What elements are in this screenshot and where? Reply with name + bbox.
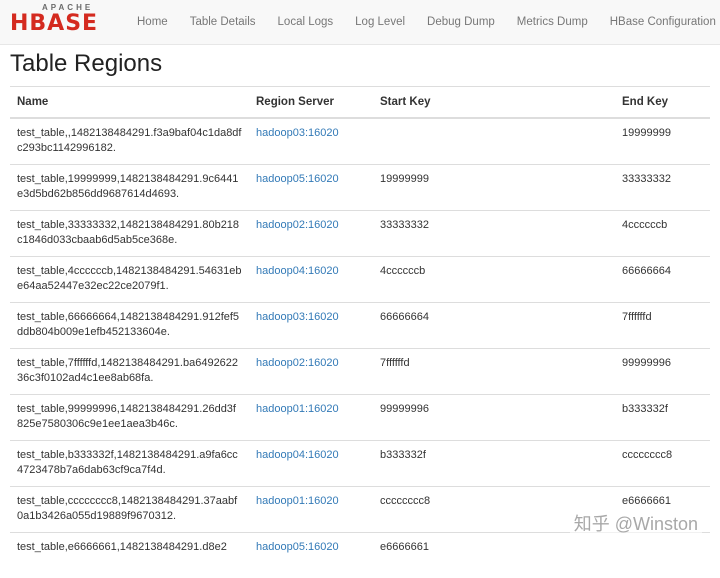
region-server-link[interactable]: hadoop02:16020 [256, 219, 339, 231]
start-key-cell: 33333332 [373, 210, 615, 256]
end-key-cell: 4ccccccb [615, 210, 710, 256]
start-key-cell: 99999996 [373, 394, 615, 440]
end-key-cell: 7ffffffd [615, 302, 710, 348]
region-server-link[interactable]: hadoop01:16020 [256, 403, 339, 415]
start-key-cell: 66666664 [373, 302, 615, 348]
region-name-cell: test_table,7ffffffd,1482138484291.ba6492… [10, 348, 249, 394]
main-content: Table Regions Name Region Server Start K… [0, 48, 720, 578]
region-server-link[interactable]: hadoop02:16020 [256, 357, 339, 369]
region-name-cell: test_table,e6666661,1482138484291.d8e2 [10, 532, 249, 578]
end-key-cell: b333332f [615, 394, 710, 440]
region-name-cell: test_table,66666664,1482138484291.912fef… [10, 302, 249, 348]
end-key-cell [615, 532, 710, 578]
nav-debug-dump[interactable]: Debug Dump [416, 0, 506, 45]
region-server-cell: hadoop04:16020 [249, 256, 373, 302]
region-server-link[interactable]: hadoop05:16020 [256, 541, 339, 553]
region-server-cell: hadoop01:16020 [249, 486, 373, 532]
end-key-cell: 99999996 [615, 348, 710, 394]
region-server-cell: hadoop01:16020 [249, 394, 373, 440]
start-key-cell [373, 118, 615, 164]
regions-table: Name Region Server Start Key End Key tes… [10, 86, 710, 578]
region-server-cell: hadoop04:16020 [249, 440, 373, 486]
region-server-cell: hadoop03:16020 [249, 118, 373, 164]
nav-log-level[interactable]: Log Level [344, 0, 416, 45]
end-key-cell: 33333332 [615, 164, 710, 210]
nav-menu: Home Table Details Local Logs Log Level … [126, 0, 720, 45]
region-server-link[interactable]: hadoop01:16020 [256, 495, 339, 507]
start-key-cell: e6666661 [373, 532, 615, 578]
region-server-cell: hadoop05:16020 [249, 164, 373, 210]
end-key-cell: 66666664 [615, 256, 710, 302]
region-server-link[interactable]: hadoop03:16020 [256, 127, 339, 139]
header-name: Name [10, 87, 249, 119]
hbase-logo[interactable]: APACHE HBASE [4, 0, 116, 45]
table-row: test_table,4ccccccb,1482138484291.54631e… [10, 256, 710, 302]
table-row: test_table,66666664,1482138484291.912fef… [10, 302, 710, 348]
start-key-cell: 4ccccccb [373, 256, 615, 302]
region-name-cell: test_table,99999996,1482138484291.26dd3f… [10, 394, 249, 440]
nav-hbase-configuration[interactable]: HBase Configuration [599, 0, 720, 45]
region-name-cell: test_table,4ccccccb,1482138484291.54631e… [10, 256, 249, 302]
table-row: test_table,e6666661,1482138484291.d8e2 ha… [10, 532, 710, 578]
nav-table-details[interactable]: Table Details [179, 0, 267, 45]
table-row: test_table,33333332,1482138484291.80b218… [10, 210, 710, 256]
end-key-cell: cccccccc8 [615, 440, 710, 486]
header-region-server: Region Server [249, 87, 373, 119]
end-key-cell: 19999999 [615, 118, 710, 164]
region-server-link[interactable]: hadoop03:16020 [256, 311, 339, 323]
table-row: test_table,,1482138484291.f3a9baf04c1da8… [10, 118, 710, 164]
nav-home[interactable]: Home [126, 0, 179, 45]
top-navbar: APACHE HBASE Home Table Details Local Lo… [0, 0, 720, 45]
table-row: test_table,19999999,1482138484291.9c6441… [10, 164, 710, 210]
region-name-cell: test_table,cccccccc8,1482138484291.37aab… [10, 486, 249, 532]
region-server-cell: hadoop03:16020 [249, 302, 373, 348]
table-row: test_table,99999996,1482138484291.26dd3f… [10, 394, 710, 440]
region-server-link[interactable]: hadoop04:16020 [256, 265, 339, 277]
region-server-link[interactable]: hadoop05:16020 [256, 173, 339, 185]
table-row: test_table,7ffffffd,1482138484291.ba6492… [10, 348, 710, 394]
header-start-key: Start Key [373, 87, 615, 119]
watermark-text: 知乎 @Winston [570, 510, 702, 536]
header-end-key: End Key [615, 87, 710, 119]
region-name-cell: test_table,33333332,1482138484291.80b218… [10, 210, 249, 256]
region-server-cell: hadoop02:16020 [249, 348, 373, 394]
table-header-row: Name Region Server Start Key End Key [10, 87, 710, 119]
page-title: Table Regions [10, 48, 710, 80]
region-name-cell: test_table,,1482138484291.f3a9baf04c1da8… [10, 118, 249, 164]
region-server-cell: hadoop02:16020 [249, 210, 373, 256]
nav-metrics-dump[interactable]: Metrics Dump [506, 0, 599, 45]
region-server-cell: hadoop05:16020 [249, 532, 373, 578]
table-row: test_table,b333332f,1482138484291.a9fa6c… [10, 440, 710, 486]
region-name-cell: test_table,19999999,1482138484291.9c6441… [10, 164, 249, 210]
start-key-cell: 19999999 [373, 164, 615, 210]
region-name-cell: test_table,b333332f,1482138484291.a9fa6c… [10, 440, 249, 486]
start-key-cell: b333332f [373, 440, 615, 486]
nav-local-logs[interactable]: Local Logs [267, 0, 345, 45]
region-server-link[interactable]: hadoop04:16020 [256, 449, 339, 461]
start-key-cell: 7ffffffd [373, 348, 615, 394]
logo-hbase-text: HBASE [10, 11, 98, 36]
